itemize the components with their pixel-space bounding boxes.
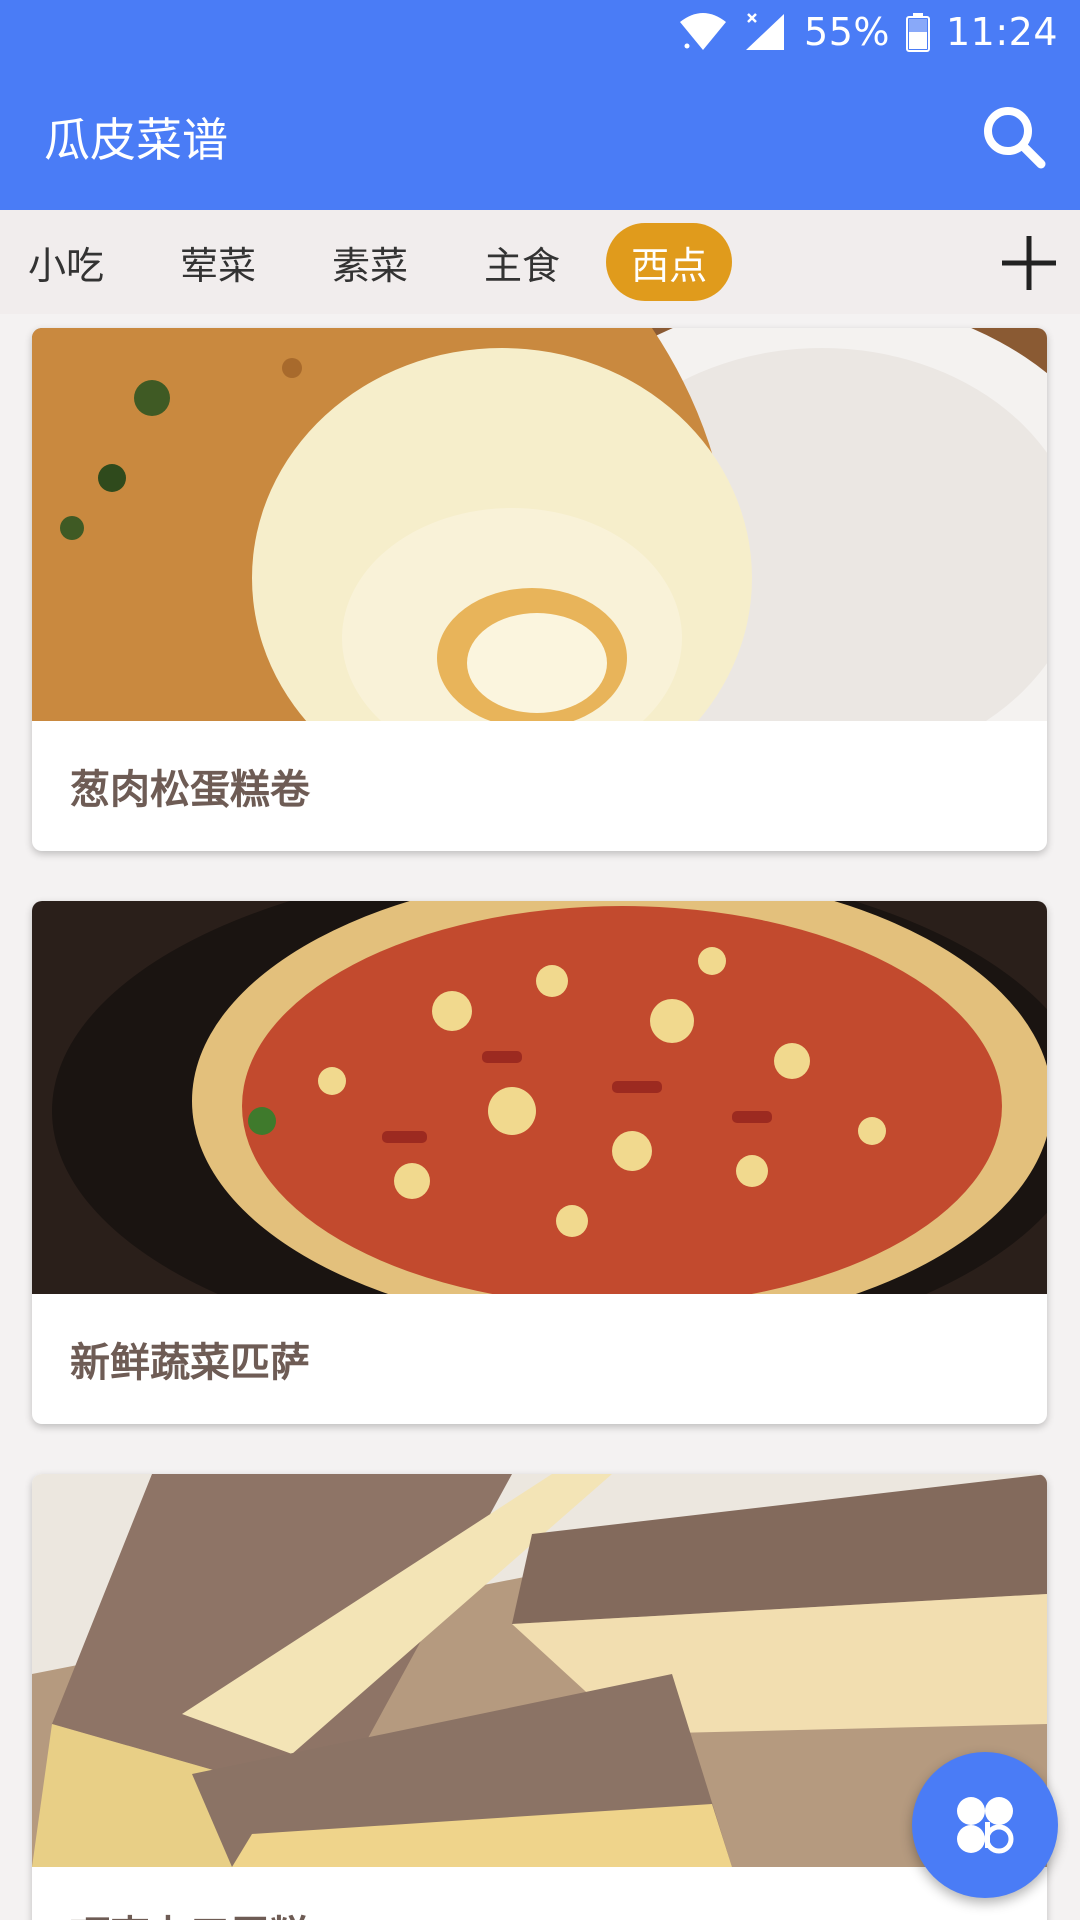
recipe-title: 葱肉松蛋糕卷 [70, 767, 310, 813]
app-title: 瓜皮菜谱 [44, 113, 228, 167]
tab-xiaochi[interactable]: 小吃 [6, 223, 126, 301]
signal-icon [744, 12, 788, 52]
recipe-image [32, 901, 1047, 1294]
battery-percent: 55% [804, 10, 890, 54]
recipe-card[interactable]: 巧克力三层糕 [32, 1474, 1047, 1920]
tab-xidian[interactable]: 西点 [606, 223, 733, 301]
screen: 55% 11:24 瓜皮菜谱 小吃 荤菜 素菜 主食 西点 葱肉松蛋糕卷 新鲜蔬… [0, 0, 1080, 1920]
add-category-button[interactable] [998, 232, 1060, 294]
search-button[interactable] [974, 97, 1054, 177]
recipe-title: 巧克力三层糕 [32, 1867, 1047, 1920]
category-tabs: 小吃 荤菜 素菜 主食 西点 [0, 210, 1080, 314]
tab-sucai[interactable]: 素菜 [310, 223, 430, 301]
app-bar: 瓜皮菜谱 [0, 64, 1080, 210]
recipe-list: 葱肉松蛋糕卷 新鲜蔬菜匹萨 [0, 314, 1080, 1920]
status-bar: 55% 11:24 [0, 0, 1080, 64]
recipe-title: 新鲜蔬菜匹萨 [70, 1340, 310, 1386]
recipe-image [32, 1474, 1047, 1867]
battery-icon [905, 12, 930, 52]
header: 55% 11:24 瓜皮菜谱 [0, 0, 1080, 210]
recipe-image [32, 328, 1047, 721]
tab-zhushi[interactable]: 主食 [462, 223, 582, 301]
plus-icon [1002, 236, 1056, 290]
clover-icon [957, 1797, 1014, 1854]
search-icon [984, 107, 1046, 169]
wifi-icon [678, 12, 728, 52]
recipe-card[interactable]: 葱肉松蛋糕卷 [32, 328, 1047, 851]
tab-huncai[interactable]: 荤菜 [158, 223, 278, 301]
menu-fab[interactable] [912, 1752, 1058, 1898]
clock: 11:24 [945, 10, 1058, 54]
recipe-card[interactable]: 新鲜蔬菜匹萨 [32, 901, 1047, 1424]
